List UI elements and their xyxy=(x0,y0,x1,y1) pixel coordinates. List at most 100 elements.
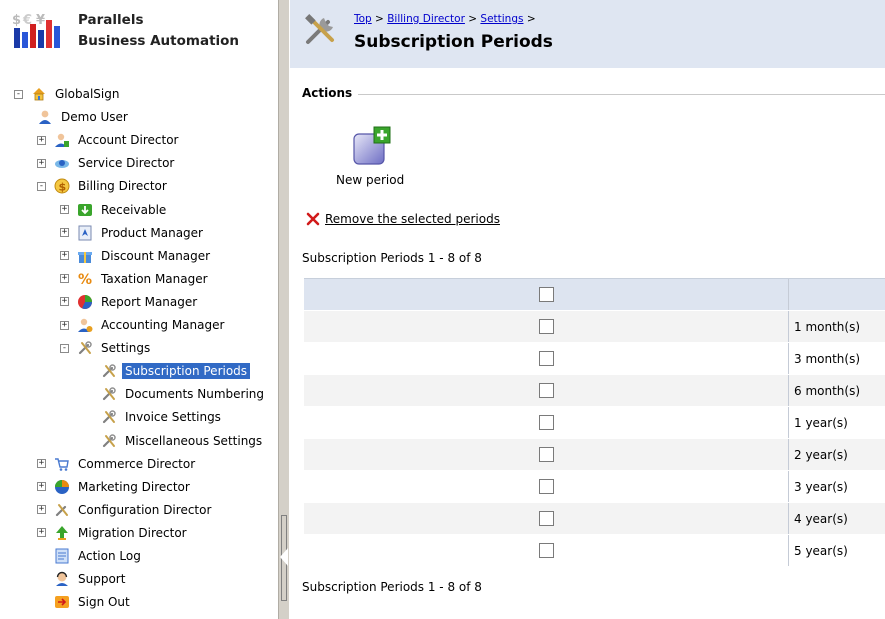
table-row[interactable]: 5 year(s) xyxy=(304,535,885,567)
tree-item-service-director[interactable]: + Service Director xyxy=(37,153,177,173)
breadcrumb-top-link[interactable]: Top xyxy=(354,13,372,25)
expand-toggle-icon[interactable]: + xyxy=(60,251,69,261)
home-icon xyxy=(31,86,47,102)
actions-legend: Actions xyxy=(302,86,359,100)
tree-item-label: Discount Manager xyxy=(101,248,211,263)
tree-item-label: Miscellaneous Settings xyxy=(125,433,263,448)
action-log-icon xyxy=(54,548,70,564)
product-logo: $ € ¥ Parallels Business Automation xyxy=(10,6,270,58)
user-icon xyxy=(37,109,53,125)
column-separator xyxy=(788,375,789,406)
expand-toggle-icon[interactable]: + xyxy=(37,482,46,492)
column-separator xyxy=(788,311,789,342)
tree-item-discount-manager[interactable]: + Discount Manager xyxy=(60,246,213,266)
period-value: 2 year(s) xyxy=(794,448,848,462)
table-row[interactable]: 3 month(s) xyxy=(304,343,885,375)
tree-item-receivable[interactable]: + Receivable xyxy=(60,200,169,220)
row-select-checkbox[interactable] xyxy=(539,415,554,430)
collapse-toggle-icon[interactable]: - xyxy=(60,343,69,353)
table-row[interactable]: 3 year(s) xyxy=(304,471,885,503)
tree-item-label: Taxation Manager xyxy=(101,271,208,286)
logo-line-2: Business Automation xyxy=(78,33,240,49)
period-value: 3 month(s) xyxy=(794,352,861,366)
select-all-checkbox[interactable] xyxy=(539,287,554,302)
svg-text:$: $ xyxy=(59,181,67,194)
svg-text:$: $ xyxy=(12,13,21,28)
table-row[interactable]: 2 year(s) xyxy=(304,439,885,471)
remove-selected-periods-link[interactable]: Remove the selected periods xyxy=(306,212,500,226)
tree-item-invoice-settings[interactable]: Invoice Settings xyxy=(101,407,224,427)
table-row[interactable]: 6 month(s) xyxy=(304,375,885,407)
table-row[interactable]: 1 year(s) xyxy=(304,407,885,439)
tree-item-label: Accounting Manager xyxy=(101,318,225,332)
expand-toggle-icon[interactable]: + xyxy=(60,205,69,214)
expand-toggle-icon[interactable]: + xyxy=(60,297,69,307)
tree-item-label: Migration Director xyxy=(78,525,187,540)
period-value: 5 year(s) xyxy=(794,544,848,558)
tree-item-accounting-manager[interactable]: + Accounting Manager xyxy=(60,315,227,335)
tree-item-sign-out[interactable]: Sign Out xyxy=(54,592,133,612)
period-value: 6 month(s) xyxy=(794,384,861,398)
tree-item-miscellaneous-settings[interactable]: Miscellaneous Settings xyxy=(101,431,265,451)
row-select-checkbox[interactable] xyxy=(539,479,554,494)
sign-out-icon xyxy=(54,594,70,610)
row-select-checkbox[interactable] xyxy=(539,383,554,398)
tree-item-action-log[interactable]: Action Log xyxy=(54,546,144,566)
tree-item-label: Receivable xyxy=(101,202,167,217)
collapse-arrow-icon[interactable] xyxy=(280,548,288,566)
collapse-toggle-icon[interactable]: - xyxy=(14,89,23,99)
breadcrumb-billing-director-link[interactable]: Billing Director xyxy=(387,13,465,25)
support-icon xyxy=(54,571,70,587)
tree-item-configuration-director[interactable]: + Configuration Director xyxy=(37,500,214,520)
settings-tools-icon xyxy=(101,409,117,425)
expand-toggle-icon[interactable]: + xyxy=(37,158,46,168)
remove-x-icon xyxy=(306,212,320,226)
tree-item-documents-numbering[interactable]: Documents Numbering xyxy=(101,384,267,404)
row-select-checkbox[interactable] xyxy=(539,511,554,526)
new-period-button[interactable]: New period xyxy=(326,122,426,192)
breadcrumb-settings-link[interactable]: Settings xyxy=(480,13,523,25)
row-select-checkbox[interactable] xyxy=(539,319,554,334)
tree-item-marketing-director[interactable]: + Marketing Director xyxy=(37,477,193,497)
expand-toggle-icon[interactable]: + xyxy=(60,320,69,330)
tree-item-product-manager[interactable]: + Product Manager xyxy=(60,223,206,243)
row-select-checkbox[interactable] xyxy=(539,447,554,462)
svg-text:¥: ¥ xyxy=(36,13,45,28)
period-value: 1 year(s) xyxy=(794,416,848,430)
expand-toggle-icon[interactable]: + xyxy=(37,505,46,515)
tree-item-globalsign[interactable]: - GlobalSign xyxy=(14,84,122,104)
expand-toggle-icon[interactable]: + xyxy=(37,135,46,145)
expand-toggle-icon[interactable]: + xyxy=(37,528,46,538)
period-value: 1 month(s) xyxy=(794,320,861,334)
tree-item-taxation-manager[interactable]: +% Taxation Manager xyxy=(60,269,211,289)
row-select-checkbox[interactable] xyxy=(539,543,554,558)
tree-item-settings[interactable]: - Settings xyxy=(60,338,153,358)
billing-director-icon: $ xyxy=(54,178,70,194)
expand-toggle-icon[interactable]: + xyxy=(60,274,69,284)
tree-item-label: Marketing Director xyxy=(78,479,190,494)
tree-item-subscription-periods[interactable]: Subscription Periods xyxy=(101,361,251,381)
column-separator xyxy=(788,279,789,310)
table-row[interactable]: 1 month(s) xyxy=(304,311,885,343)
breadcrumb-separator: > xyxy=(371,13,388,25)
panel-splitter[interactable] xyxy=(278,0,290,619)
tree-item-report-manager[interactable]: + Report Manager xyxy=(60,292,200,312)
table-row[interactable]: 4 year(s) xyxy=(304,503,885,535)
tree-item-demo-user[interactable]: Demo User xyxy=(37,107,131,127)
tree-item-commerce-director[interactable]: + Commerce Director xyxy=(37,454,198,474)
pagination-count-top: Subscription Periods 1 - 8 of 8 xyxy=(302,251,482,265)
tree-item-billing-director[interactable]: - $ Billing Director xyxy=(37,176,170,196)
column-separator xyxy=(788,471,789,502)
collapse-toggle-icon[interactable]: - xyxy=(37,181,46,191)
tree-item-label: Service Director xyxy=(78,156,175,171)
tree-item-migration-director[interactable]: + Migration Director xyxy=(37,523,190,543)
expand-toggle-icon[interactable]: + xyxy=(60,228,69,238)
settings-tools-icon xyxy=(101,386,117,402)
row-select-checkbox[interactable] xyxy=(539,351,554,366)
breadcrumb-separator: > xyxy=(523,13,536,25)
tree-item-account-director[interactable]: + Account Director xyxy=(37,130,181,150)
tree-item-label: Product Manager xyxy=(101,225,203,240)
expand-toggle-icon[interactable]: + xyxy=(37,459,46,469)
logo-line-1: Parallels xyxy=(78,12,144,28)
tree-item-support[interactable]: Support xyxy=(54,569,128,589)
